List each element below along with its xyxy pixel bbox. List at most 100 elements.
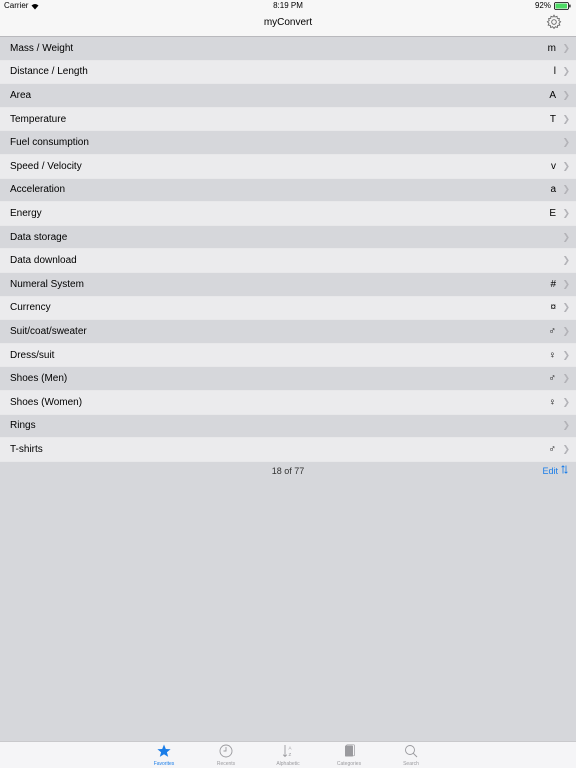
- battery-indicator: 92%: [535, 0, 572, 12]
- status-bar: Carrier 8:19 PM 92%: [0, 0, 576, 12]
- list-item-symbol: ♂: [548, 443, 557, 455]
- list-item-symbol: ♂: [548, 373, 557, 385]
- list-item-symbol: T: [549, 113, 556, 125]
- gear-icon: [546, 13, 562, 35]
- list-item-label: T-shirts: [10, 443, 43, 455]
- list-item[interactable]: Data storage ❯: [0, 225, 576, 250]
- chevron-right-icon: ❯: [562, 278, 570, 289]
- list-item[interactable]: Distance / Length l ❯: [0, 60, 576, 85]
- list-item-label: Shoes (Men): [10, 373, 68, 385]
- list-item-label: Data storage: [10, 231, 68, 243]
- tab-categories[interactable]: Categories: [329, 744, 369, 767]
- svg-text:Z: Z: [289, 752, 292, 757]
- chevron-right-icon: ❯: [562, 231, 570, 242]
- list-item-label: Mass / Weight: [10, 42, 74, 54]
- chevron-right-icon: ❯: [562, 325, 570, 336]
- list-item-symbol: ¤: [550, 302, 556, 314]
- list-item[interactable]: Numeral System # ❯: [0, 272, 576, 297]
- list-item-label: Energy: [10, 207, 42, 219]
- list-item[interactable]: Shoes (Women) ♀ ❯: [0, 390, 576, 415]
- tab-label: Categories: [336, 761, 362, 767]
- svg-text:A: A: [289, 746, 292, 751]
- search-icon: [391, 744, 431, 758]
- tab-label: Search: [403, 761, 419, 767]
- list-item-label: Distance / Length: [10, 66, 88, 78]
- chevron-right-icon: ❯: [562, 137, 570, 148]
- tab-favorites[interactable]: Favorites: [144, 744, 184, 767]
- chevron-right-icon: ❯: [562, 396, 570, 407]
- category-list: Mass / Weight m ❯ Distance / Length l ❯ …: [0, 37, 576, 462]
- list-item-label: Rings: [10, 420, 36, 432]
- list-item-symbol: a: [550, 184, 556, 196]
- tab-label: Recents: [216, 761, 236, 767]
- list-item-symbol: ♀: [548, 349, 557, 361]
- battery-percent: 92%: [534, 1, 551, 10]
- tab-recents[interactable]: Recents: [206, 744, 246, 767]
- chevron-right-icon: ❯: [562, 89, 570, 100]
- status-time: 8:19 PM: [273, 1, 303, 10]
- list-item[interactable]: T-shirts ♂ ❯: [0, 438, 576, 462]
- list-item[interactable]: Acceleration a ❯: [0, 178, 576, 203]
- list-item-label: Speed / Velocity: [10, 160, 82, 172]
- list-item-label: Data download: [10, 255, 77, 267]
- list-item[interactable]: Fuel consumption ❯: [0, 131, 576, 155]
- list-item[interactable]: Suit/coat/sweater ♂ ❯: [0, 320, 576, 344]
- list-item-label: Suit/coat/sweater: [10, 325, 87, 337]
- list-item-symbol: E: [549, 207, 556, 219]
- navigation-bar: myConvert: [0, 12, 576, 37]
- list-item-symbol: A: [549, 89, 556, 101]
- list-item-label: Acceleration: [10, 184, 66, 196]
- page-title: myConvert: [263, 17, 313, 28]
- list-item[interactable]: Area A ❯: [0, 84, 576, 108]
- list-item-label: Numeral System: [10, 278, 84, 290]
- chevron-right-icon: ❯: [562, 66, 570, 77]
- list-item-label: Currency: [10, 302, 51, 314]
- tab-search[interactable]: Search: [391, 744, 431, 767]
- list-item[interactable]: Data download ❯: [0, 249, 576, 273]
- folder-icon: [329, 744, 369, 758]
- sort-alphabetic-icon: A Z: [268, 744, 308, 758]
- chevron-right-icon: ❯: [562, 255, 570, 266]
- chevron-right-icon: ❯: [562, 42, 570, 53]
- list-item[interactable]: Temperature T ❯: [0, 107, 576, 132]
- chevron-right-icon: ❯: [562, 443, 570, 454]
- chevron-right-icon: ❯: [562, 207, 570, 218]
- chevron-right-icon: ❯: [562, 160, 570, 171]
- settings-button[interactable]: [545, 13, 563, 35]
- list-item[interactable]: Mass / Weight m ❯: [0, 37, 576, 61]
- edit-button[interactable]: Edit: [542, 465, 568, 476]
- star-icon: [144, 744, 184, 758]
- list-item[interactable]: Currency ¤ ❯: [0, 296, 576, 321]
- list-item[interactable]: Speed / Velocity v ❯: [0, 154, 576, 179]
- tab-label: Favorites: [153, 761, 175, 767]
- edit-label: Edit: [542, 465, 558, 476]
- list-item-label: Fuel consumption: [10, 137, 89, 149]
- list-item[interactable]: Shoes (Men) ♂ ❯: [0, 367, 576, 391]
- list-item-symbol: ♀: [548, 396, 557, 408]
- list-item-label: Area: [10, 89, 32, 101]
- chevron-right-icon: ❯: [562, 349, 570, 360]
- battery-icon: [554, 2, 572, 10]
- list-item-label: Temperature: [10, 113, 67, 125]
- chevron-right-icon: ❯: [562, 302, 570, 313]
- list-item[interactable]: Energy E ❯: [0, 202, 576, 226]
- tab-label: Alphabetic: [276, 761, 300, 767]
- list-item[interactable]: Dress/suit ♀ ❯: [0, 343, 576, 368]
- clock-icon: [206, 744, 246, 758]
- chevron-right-icon: ❯: [562, 184, 570, 195]
- list-item-symbol: ♂: [548, 325, 557, 337]
- list-item-symbol: l: [553, 66, 556, 78]
- chevron-right-icon: ❯: [562, 420, 570, 431]
- list-item-label: Dress/suit: [10, 349, 55, 361]
- list-item-symbol: v: [551, 160, 556, 172]
- list-footer: 18 of 77 Edit: [0, 462, 576, 478]
- chevron-right-icon: ❯: [562, 373, 570, 384]
- list-item-symbol: m: [547, 42, 556, 54]
- list-item-symbol: #: [550, 278, 556, 290]
- tab-bar: Favorites Recents A Z Alphabetic Categor…: [0, 741, 576, 768]
- tab-alphabetic[interactable]: A Z Alphabetic: [268, 744, 308, 767]
- list-item[interactable]: Rings ❯: [0, 414, 576, 439]
- list-item-label: Shoes (Women): [10, 396, 83, 408]
- reorder-icon: [561, 465, 568, 476]
- item-count: 18 of 77: [271, 466, 305, 476]
